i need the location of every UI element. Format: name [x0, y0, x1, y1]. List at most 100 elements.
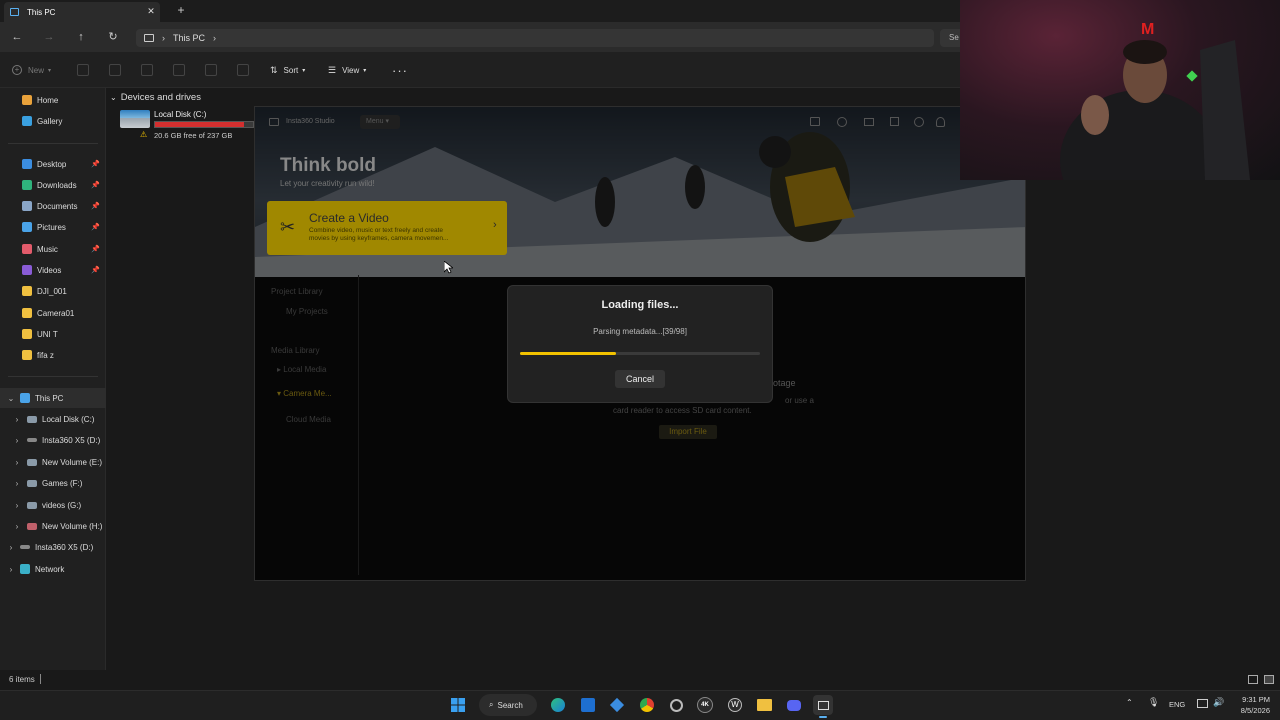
sidebar-item-downloads[interactable]: Downloads 📌 [0, 175, 106, 195]
tiles-view-icon[interactable] [1264, 675, 1274, 684]
sidebar-item-drive[interactable]: › Games (F:) [0, 473, 106, 493]
account-icon[interactable] [936, 117, 945, 127]
4k-app-icon[interactable]: 4K [695, 695, 715, 715]
chevron-down-icon: ⌄ [110, 93, 117, 102]
edge-icon[interactable] [548, 695, 568, 715]
word-icon[interactable]: W [725, 695, 745, 715]
chevron-right-icon[interactable]: › [12, 436, 22, 445]
sidebar-item-this-pc[interactable]: ⌄ This PC [0, 388, 106, 408]
sidebar-item-drive[interactable]: › Insta360 X5 (D:) [0, 430, 106, 450]
chevron-up-icon[interactable]: ⌃ [1126, 698, 1133, 707]
pin-icon: 📌 [91, 246, 100, 253]
local-media-item[interactable]: ▸ Local Media [277, 365, 326, 374]
sidebar-item-gallery[interactable]: Gallery [0, 111, 106, 131]
share-icon[interactable] [205, 64, 217, 76]
breadcrumb-this-pc[interactable]: This PC [173, 33, 205, 43]
feedback-icon[interactable] [810, 117, 820, 126]
back-arrow-icon[interactable]: ← [8, 28, 26, 46]
camera-media-item[interactable]: ▾ Camera Me... [277, 389, 332, 398]
chevron-right-icon[interactable]: › [12, 522, 22, 531]
sidebar-item-desktop[interactable]: Desktop 📌 [0, 154, 106, 174]
rename-icon[interactable] [173, 64, 185, 76]
sidebar-item-documents[interactable]: Documents 📌 [0, 196, 106, 216]
sidebar-item-music[interactable]: Music 📌 [0, 239, 106, 259]
cut-icon[interactable] [77, 64, 89, 76]
sidebar-item-folder[interactable]: Camera01 [0, 303, 106, 323]
up-arrow-icon[interactable]: ↑ [72, 28, 90, 46]
sidebar-item-pictures[interactable]: Pictures 📌 [0, 217, 106, 237]
import-file-button[interactable]: Import File [659, 425, 717, 439]
my-projects-item[interactable]: My Projects [286, 307, 328, 316]
outlook-icon[interactable] [578, 695, 598, 715]
more-options-icon[interactable]: ··· [392, 62, 408, 78]
language-indicator[interactable]: ENG [1169, 700, 1185, 709]
gallery-icon [22, 116, 32, 126]
new-tab-button[interactable]: + [175, 4, 187, 18]
edit-icon[interactable] [890, 117, 899, 126]
tab-this-pc[interactable]: This PC [4, 2, 160, 22]
settings-icon[interactable] [914, 117, 924, 127]
address-bar[interactable]: › This PC › [136, 29, 934, 47]
refresh-icon[interactable]: ↻ [104, 28, 122, 46]
copy-icon[interactable] [109, 64, 121, 76]
sidebar-item-label: Downloads [37, 180, 77, 190]
app-notification-icon[interactable] [666, 695, 686, 715]
sidebar-item-drive[interactable]: › Insta360 X5 (D:) [0, 537, 106, 557]
new-button-label: New [28, 65, 45, 75]
details-view-icon[interactable] [1248, 675, 1258, 684]
new-button[interactable]: + New ▾ [12, 62, 51, 78]
search-icon: ⌕ [489, 700, 494, 709]
file-explorer-icon[interactable] [754, 695, 774, 715]
chevron-right-icon[interactable]: › [12, 458, 22, 467]
app-diamond-icon[interactable] [607, 695, 627, 715]
taskbar-search[interactable]: ⌕ Search [479, 694, 537, 716]
devices-and-drives-header[interactable]: ⌄ Devices and drives [110, 92, 201, 103]
microphone-icon[interactable]: 🎙 [1148, 697, 1159, 708]
chevron-right-icon[interactable]: › [6, 543, 16, 552]
drive-tile[interactable]: Local Disk (C:) ⚠ 20.6 GB free of 237 GB [118, 108, 258, 142]
paste-icon[interactable] [141, 64, 153, 76]
delete-icon[interactable] [237, 64, 249, 76]
sidebar-item-label: Home [37, 95, 59, 105]
hero-title: Think bold [280, 155, 377, 176]
sidebar-item-videos[interactable]: Videos 📌 [0, 260, 106, 280]
progress-bar [520, 352, 760, 355]
drive-usage-fill [155, 122, 245, 127]
sidebar-item-home[interactable]: Home [0, 90, 106, 110]
close-tab-icon[interactable]: ✕ [145, 4, 157, 18]
sidebar-item-drive[interactable]: › New Volume (H:) [0, 516, 106, 536]
sidebar-item-folder[interactable]: DJI_001 [0, 281, 106, 301]
discord-icon[interactable] [784, 695, 804, 715]
monitor-icon[interactable] [1197, 699, 1208, 708]
chevron-right-icon[interactable]: › [12, 415, 22, 424]
chevron-right-icon[interactable]: › [12, 501, 22, 510]
volume-icon[interactable]: 🔊 [1213, 697, 1224, 708]
sidebar-item-folder[interactable]: UNI T [0, 324, 106, 344]
cancel-button[interactable]: Cancel [615, 370, 665, 388]
sidebar-item-network[interactable]: › Network [0, 559, 106, 579]
help-icon[interactable] [837, 117, 847, 127]
sidebar-item-drive[interactable]: › videos (G:) [0, 495, 106, 515]
forward-arrow-icon[interactable]: → [40, 28, 58, 46]
chevron-down-icon[interactable]: ⌄ [6, 394, 16, 403]
view-button[interactable]: ☰ View ▾ [328, 62, 366, 78]
start-button[interactable] [448, 695, 468, 715]
mail-icon[interactable] [864, 118, 874, 126]
insta360-taskbar-icon[interactable] [813, 695, 833, 715]
sort-button[interactable]: ⇅ Sort ▾ [270, 62, 305, 78]
chrome-icon[interactable] [637, 695, 657, 715]
app-logo-icon [269, 118, 279, 126]
cloud-media-item[interactable]: Cloud Media [286, 415, 331, 424]
pin-icon: 📌 [91, 203, 100, 210]
chevron-right-icon[interactable]: › [12, 479, 22, 488]
chevron-right-icon[interactable]: › [6, 565, 16, 574]
create-video-card[interactable]: ✂ Create a Video Combine video, music or… [267, 201, 507, 255]
sidebar-item-drive[interactable]: › Local Disk (C:) [0, 409, 106, 429]
sidebar-item-drive[interactable]: › New Volume (E:) [0, 452, 106, 472]
clock[interactable]: 9:31 PM 8/5/2026 [1232, 694, 1270, 716]
menu-button[interactable]: Menu ▾ [360, 115, 400, 129]
drive-icon [27, 458, 37, 466]
chevron-right-icon[interactable]: › [213, 33, 216, 43]
sidebar-item-folder[interactable]: fifa z [0, 345, 106, 365]
svg-text:M: M [1141, 21, 1154, 38]
